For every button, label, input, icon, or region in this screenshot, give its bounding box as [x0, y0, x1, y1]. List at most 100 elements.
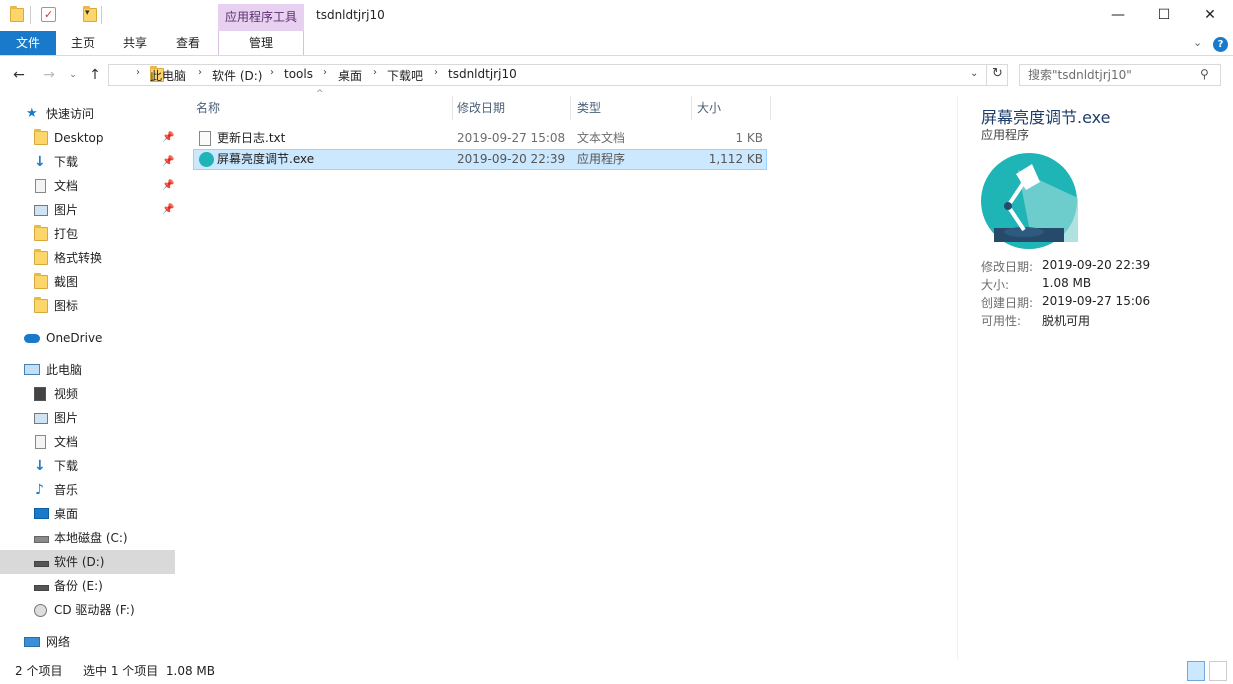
folder-icon — [34, 297, 48, 313]
nav-quick-access[interactable]: ★ 快速访问 — [0, 102, 175, 126]
details-view-icon[interactable] — [1187, 661, 1205, 681]
download-icon: ↓ — [34, 154, 46, 170]
details-subtitle: 应用程序 — [981, 128, 1030, 142]
nav-item-dabao[interactable]: 打包 — [0, 222, 175, 246]
forward-arrow-icon[interactable]: → — [40, 66, 58, 84]
column-type[interactable]: 类型 — [569, 96, 692, 120]
tab-file[interactable]: 文件 — [0, 31, 56, 55]
breadcrumb-drive-d[interactable]: 软件 (D:) — [212, 67, 262, 84]
nav-item-format-convert[interactable]: 格式转换 — [0, 246, 175, 270]
minimize-button[interactable]: — — [1095, 0, 1141, 31]
expand-ribbon-icon[interactable]: ⌄ — [1193, 36, 1202, 49]
breadcrumb-tools[interactable]: tools — [284, 67, 313, 81]
large-icons-view-icon[interactable] — [1209, 661, 1227, 681]
breadcrumb-separator-icon[interactable]: › — [323, 67, 327, 78]
nav-label: 文档 — [54, 435, 79, 449]
nav-pc-pictures[interactable]: 图片 — [0, 406, 175, 430]
breadcrumb-separator-icon[interactable]: › — [373, 67, 377, 78]
window-title: tsdnldtjrj10 — [316, 8, 385, 22]
nav-label: CD 驱动器 (F:) — [54, 603, 135, 617]
breadcrumb-separator-icon[interactable]: › — [136, 67, 140, 78]
pin-icon[interactable]: 📌 — [162, 150, 174, 174]
nav-item-downloads[interactable]: ↓ 下载 📌 — [0, 150, 175, 174]
nav-pc-desktop[interactable]: 桌面 — [0, 502, 175, 526]
pin-icon[interactable]: 📌 — [162, 126, 174, 150]
nav-pc-downloads[interactable]: ↓ 下载 — [0, 454, 175, 478]
breadcrumb-separator-icon[interactable]: › — [270, 67, 274, 78]
status-bar: 2 个项目 选中 1 个项目 1.08 MB — [0, 660, 1233, 684]
tab-manage[interactable]: 管理 — [218, 31, 304, 55]
breadcrumb-separator-icon[interactable]: › — [198, 67, 202, 78]
breadcrumb-current[interactable]: tsdnldtjrj10 — [448, 67, 517, 81]
picture-icon — [34, 413, 48, 424]
file-date: 2019-09-20 22:39 — [457, 152, 566, 166]
nav-pc-drive-f[interactable]: CD 驱动器 (F:) — [0, 598, 175, 622]
nav-onedrive[interactable]: OneDrive — [0, 326, 175, 350]
breadcrumb-this-pc[interactable]: 此电脑 — [150, 67, 186, 84]
nav-network[interactable]: 网络 — [0, 630, 175, 654]
properties-icon[interactable]: ✓ — [41, 7, 56, 22]
nav-label: 下载 — [54, 155, 79, 169]
up-arrow-icon[interactable]: ↑ — [86, 66, 104, 84]
close-button[interactable]: ✕ — [1187, 0, 1233, 31]
nav-pc-documents[interactable]: 文档 — [0, 430, 175, 454]
search-input[interactable]: 搜索"tsdnldtjrj10" — [1019, 64, 1221, 86]
file-row[interactable]: 更新日志.txt 2019-09-27 15:08 文本文档 1 KB — [193, 128, 767, 149]
details-value: 脱机可用 — [1042, 314, 1091, 328]
pin-icon[interactable]: 📌 — [162, 174, 174, 198]
tab-view[interactable]: 查看 — [165, 31, 211, 55]
nav-item-documents[interactable]: 文档 📌 — [0, 174, 175, 198]
details-value: 2019-09-27 15:06 — [1042, 294, 1151, 308]
network-icon — [24, 637, 40, 647]
nav-label: 格式转换 — [54, 251, 103, 265]
file-date: 2019-09-27 15:08 — [457, 131, 566, 145]
nav-this-pc[interactable]: 此电脑 — [0, 358, 175, 382]
nav-item-desktop[interactable]: Desktop 📌 — [0, 126, 175, 150]
refresh-icon[interactable]: ↻ — [986, 64, 1008, 86]
nav-item-pictures[interactable]: 图片 📌 — [0, 198, 175, 222]
cd-drive-icon — [34, 604, 47, 617]
desktop-icon — [34, 508, 49, 519]
tab-home[interactable]: 主页 — [60, 31, 106, 55]
nav-label: 打包 — [54, 227, 79, 241]
recent-locations-icon[interactable]: ⌄ — [64, 66, 82, 84]
back-arrow-icon[interactable]: ← — [10, 66, 28, 84]
star-icon: ★ — [26, 106, 38, 121]
nav-pc-videos[interactable]: 视频 — [0, 382, 175, 406]
column-name[interactable]: 名称 — [188, 96, 453, 120]
nav-label: 桌面 — [54, 507, 79, 521]
breadcrumb-desktop[interactable]: 桌面 — [338, 67, 362, 84]
navigation-pane: ★ 快速访问 Desktop 📌 ↓ 下载 📌 文档 📌 图片 📌 打包 格式转… — [0, 96, 176, 660]
title-bar — [0, 0, 1233, 31]
divider — [30, 6, 31, 24]
search-icon[interactable]: ⚲ — [1200, 67, 1209, 81]
folder-icon — [10, 6, 24, 22]
help-icon[interactable]: ? — [1213, 37, 1228, 52]
column-date-modified[interactable]: 修改日期 — [449, 96, 571, 120]
file-name: 屏幕亮度调节.exe — [217, 152, 315, 166]
nav-item-icons[interactable]: 图标 — [0, 294, 175, 318]
app-lamp-icon — [981, 153, 1078, 249]
column-size[interactable]: 大小 — [689, 96, 771, 120]
download-icon: ↓ — [34, 458, 46, 474]
context-tab-title: 应用程序工具 — [218, 4, 304, 31]
nav-pc-drive-d[interactable]: 软件 (D:) — [0, 550, 175, 574]
nav-pc-music[interactable]: ♪ 音乐 — [0, 478, 175, 502]
address-dropdown-icon[interactable]: ⌄ — [970, 68, 978, 79]
pin-icon[interactable]: 📌 — [162, 198, 174, 222]
status-item-count: 2 个项目 — [15, 664, 63, 678]
breadcrumb-xiazaiba[interactable]: 下载吧 — [387, 67, 423, 84]
drive-icon — [34, 585, 49, 591]
breadcrumb-separator-icon[interactable]: › — [434, 67, 438, 78]
nav-label: 下载 — [54, 459, 79, 473]
folder-icon — [34, 249, 48, 265]
maximize-button[interactable]: ☐ — [1141, 0, 1187, 31]
file-row-selected[interactable]: 屏幕亮度调节.exe 2019-09-20 22:39 应用程序 1,112 K… — [193, 149, 767, 170]
nav-item-screenshots[interactable]: 截图 — [0, 270, 175, 294]
nav-pc-drive-c[interactable]: 本地磁盘 (C:) — [0, 526, 175, 550]
tab-share[interactable]: 共享 — [112, 31, 158, 55]
nav-label: 图片 — [54, 411, 79, 425]
customize-quick-access-icon[interactable]: ▾ — [85, 8, 90, 18]
nav-pc-drive-e[interactable]: 备份 (E:) — [0, 574, 175, 598]
document-icon — [35, 179, 46, 193]
